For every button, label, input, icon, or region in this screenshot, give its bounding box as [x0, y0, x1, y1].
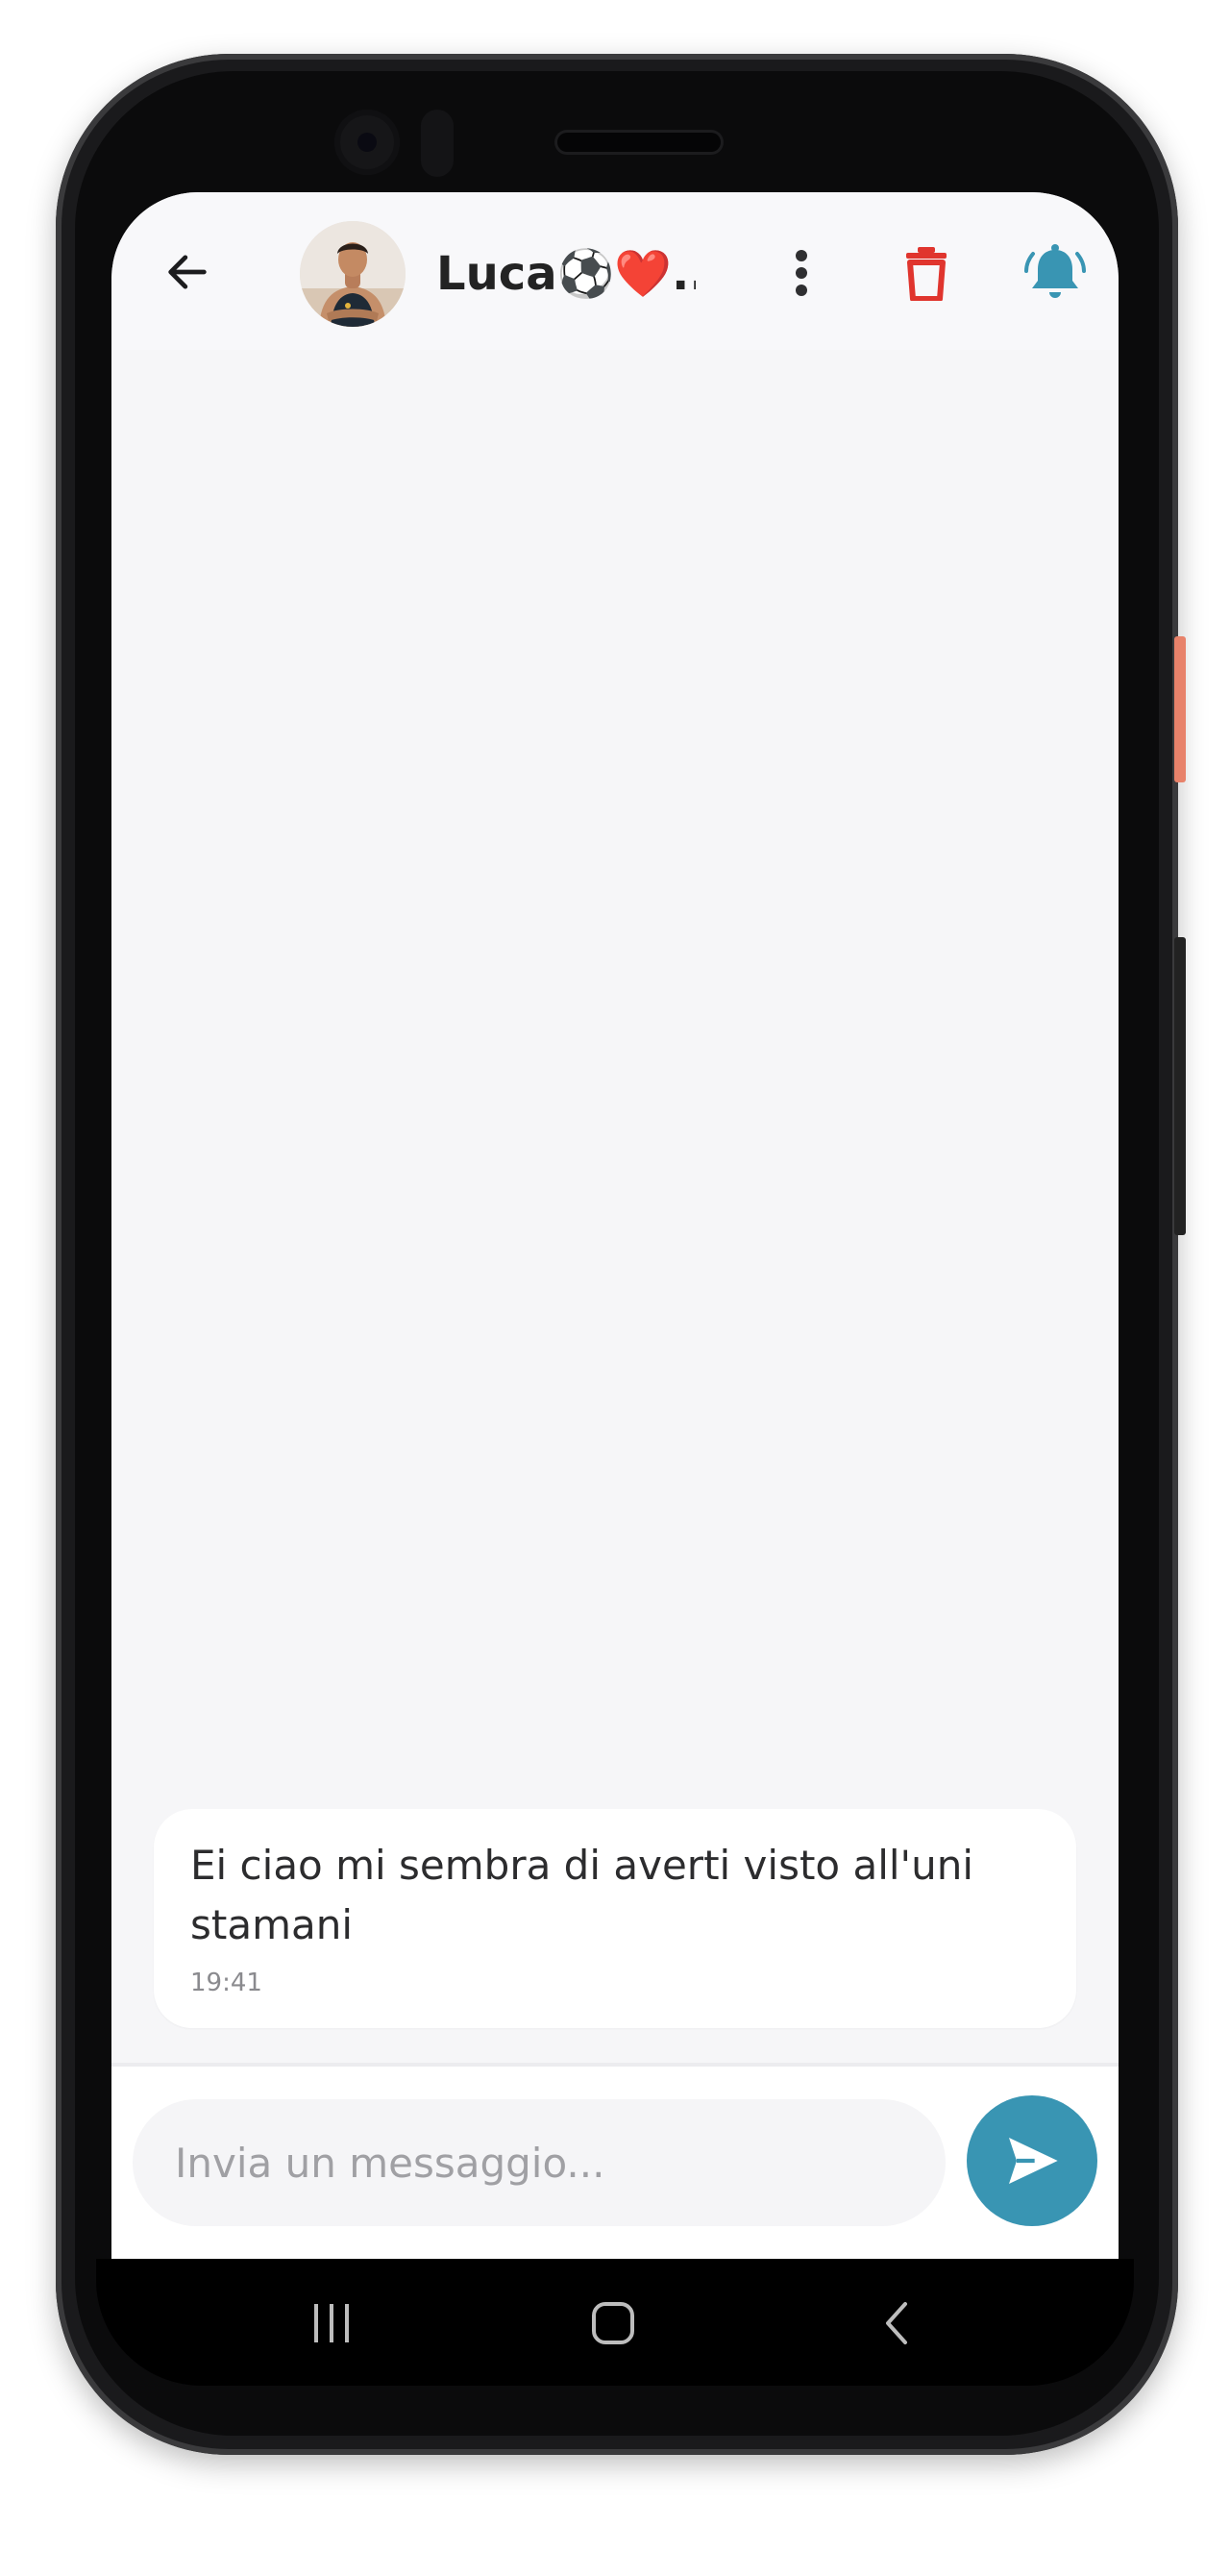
back-button[interactable]: [154, 238, 221, 306]
message-bubble[interactable]: Ei ciao mi sembra di averti visto all'un…: [154, 1809, 1076, 2028]
trash-icon: [906, 247, 947, 301]
home-icon: [592, 2302, 634, 2344]
app-screen: Luca⚽️❤️... Ei ciao mi sembra di averti …: [111, 192, 1119, 2259]
more-vertical-icon: [796, 250, 807, 296]
nav-back-icon: [886, 2302, 907, 2344]
home-button[interactable]: [570, 2280, 656, 2366]
send-icon: [1009, 2138, 1058, 2184]
delete-chat-button[interactable]: [896, 236, 957, 310]
contact-photo: [300, 221, 406, 327]
bell-ringing-icon: [1024, 244, 1086, 298]
side-button: [1174, 636, 1186, 782]
front-camera: [334, 110, 400, 175]
arrow-left-icon: [168, 255, 207, 289]
volume-button: [1174, 937, 1186, 1235]
system-back-button[interactable]: [853, 2280, 940, 2366]
contact-name[interactable]: Luca⚽️❤️...: [436, 240, 696, 308]
message-input[interactable]: [133, 2099, 946, 2226]
chat-header: Luca⚽️❤️...: [111, 192, 1119, 350]
send-button[interactable]: [967, 2095, 1097, 2226]
recents-button[interactable]: [288, 2280, 375, 2366]
message-text: Ei ciao mi sembra di averti visto all'un…: [190, 1842, 974, 1948]
avatar[interactable]: [300, 221, 406, 327]
notification-button[interactable]: [1021, 236, 1090, 310]
proximity-sensor: [421, 110, 454, 177]
recents-icon: [314, 2304, 349, 2342]
message-composer: [111, 2067, 1119, 2259]
message-timestamp: 19:41: [190, 1969, 262, 1997]
android-navigation-bar: [96, 2259, 1134, 2386]
more-options-button[interactable]: [773, 236, 830, 310]
earpiece-speaker: [557, 133, 721, 152]
